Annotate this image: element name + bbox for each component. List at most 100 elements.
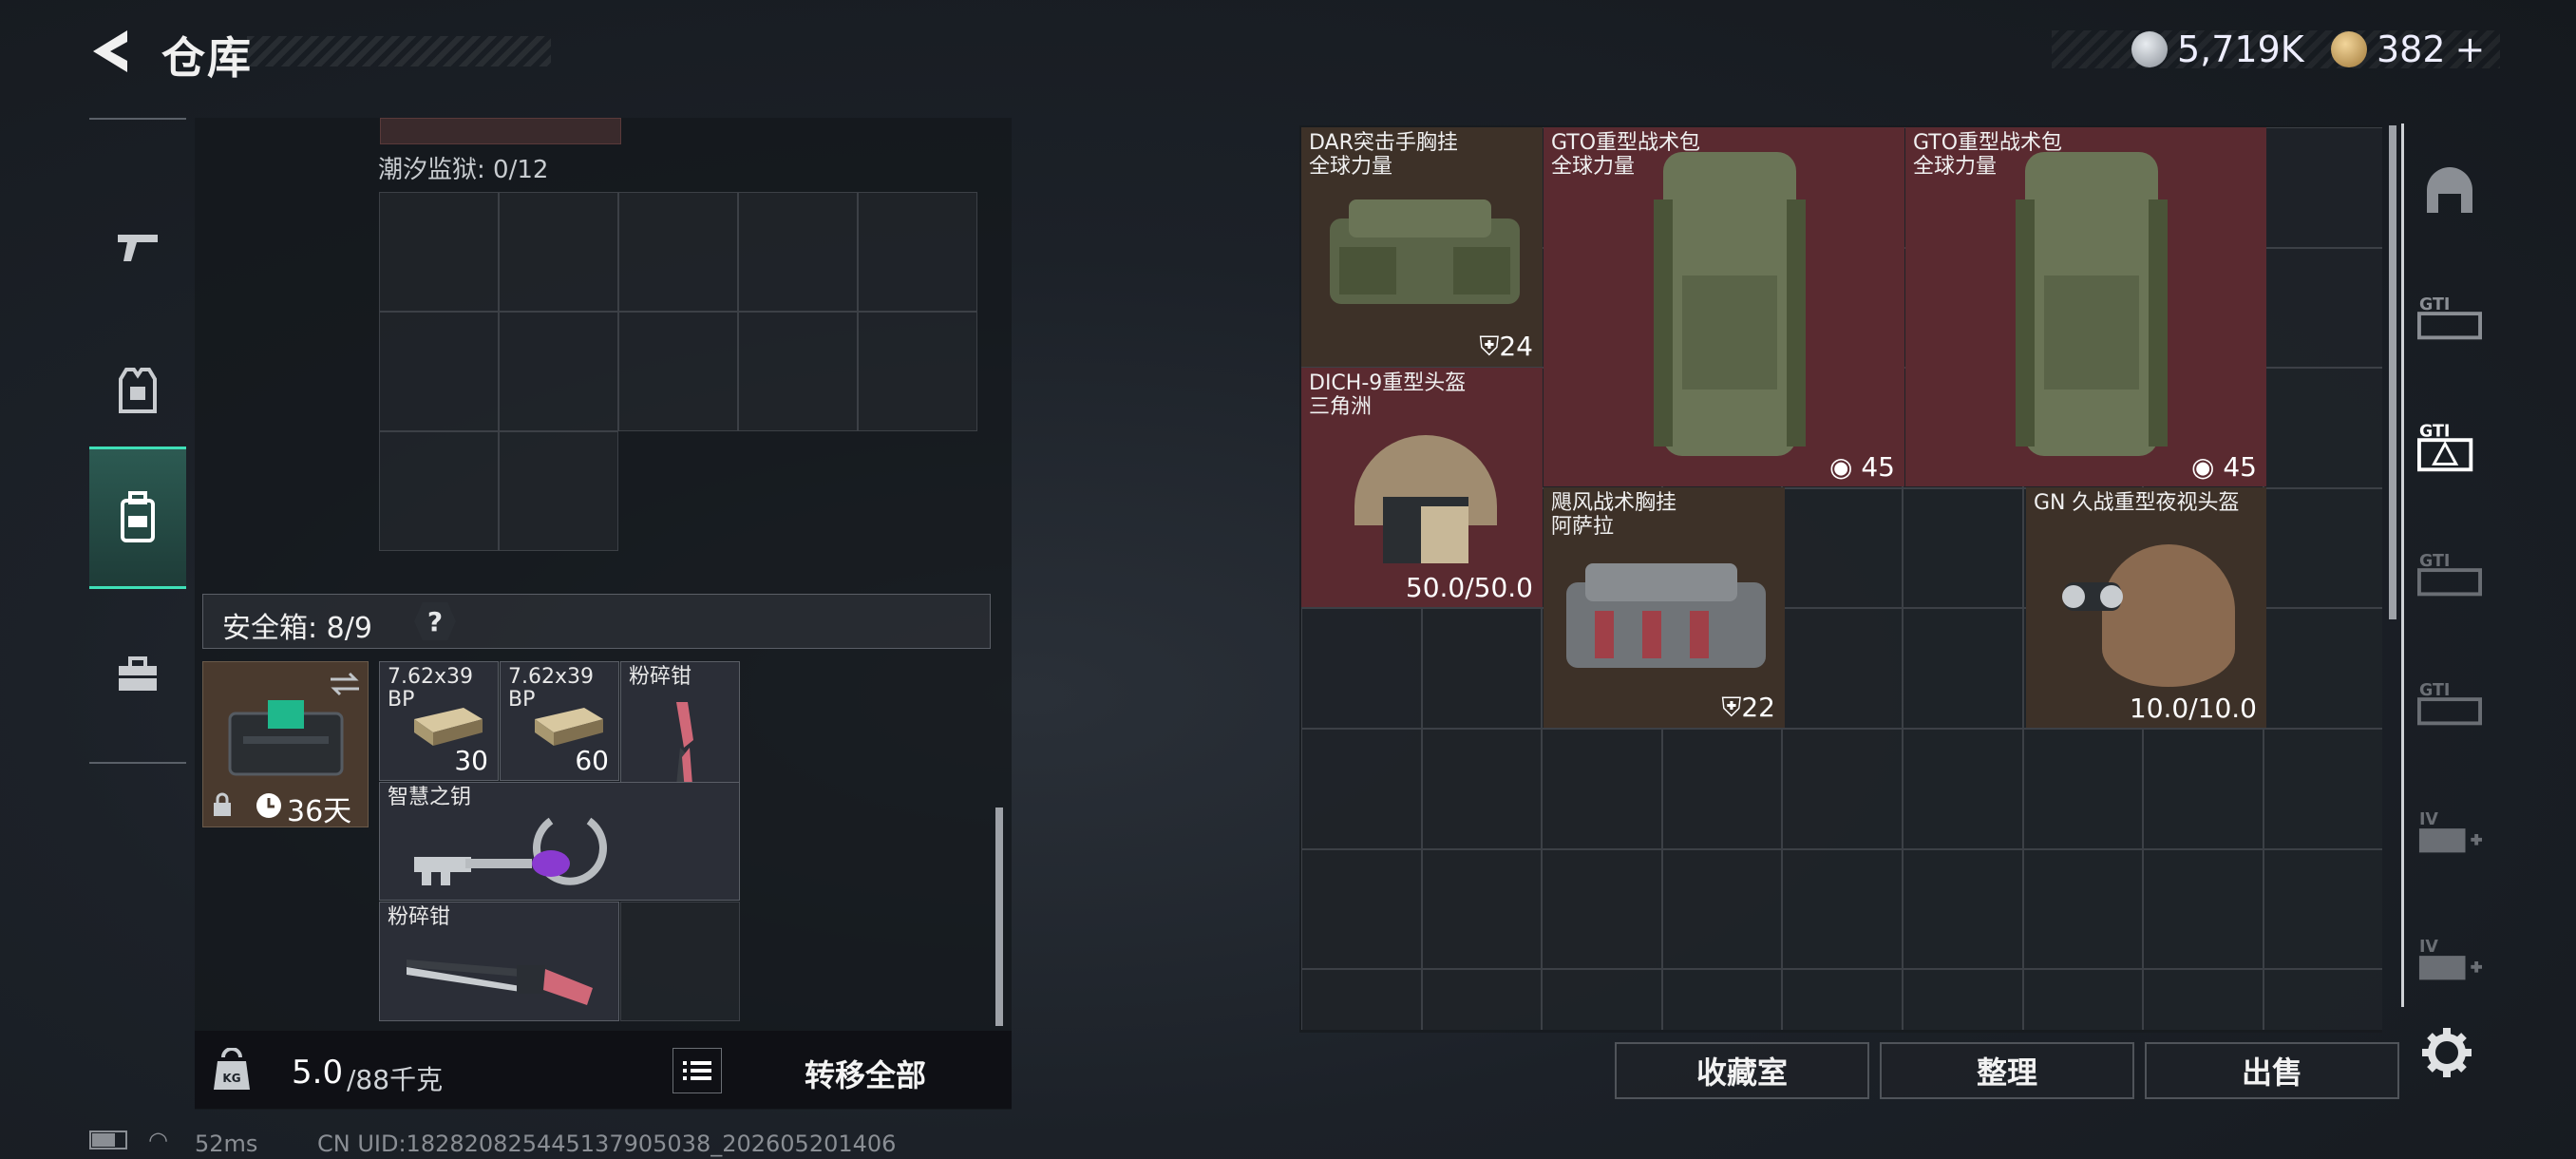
stash-tab-4[interactable]: GTI	[2417, 674, 2482, 732]
stash-item-chest-rig[interactable]: 飓风战术胸挂 阿萨拉 ⛨22	[1544, 487, 1785, 728]
stash-slot[interactable]	[1782, 608, 1903, 729]
stash-tab-add-2[interactable]: IV	[2417, 931, 2482, 988]
ammo-item[interactable]: 7.62x39 BP 30	[379, 661, 499, 781]
currency-gold[interactable]: 382 +	[2331, 28, 2485, 70]
empty-slot[interactable]	[379, 192, 499, 312]
stash-slot[interactable]	[1903, 608, 2023, 729]
item-name: 粉碎钳	[629, 665, 692, 689]
stash-slot[interactable]	[1421, 848, 1543, 970]
stash-slot[interactable]	[1903, 729, 2023, 849]
help-button[interactable]: ?	[414, 602, 456, 640]
item-quantity: 60	[575, 745, 609, 776]
stash-tab-3[interactable]: GTI	[2417, 545, 2482, 602]
stash-item-helmet[interactable]: DICH-9重型头盔 三角洲 50.0/50.0	[1301, 368, 1543, 607]
nav-armor[interactable]	[89, 319, 186, 462]
currency-silver[interactable]: 5,719K	[2131, 28, 2304, 70]
stash-slot[interactable]	[1301, 608, 1422, 729]
empty-slot[interactable]	[379, 431, 499, 551]
settings-button[interactable]	[2418, 1024, 2475, 1081]
add-currency-button[interactable]: +	[2455, 28, 2486, 70]
back-button[interactable]	[87, 27, 135, 76]
armor-vest-icon	[119, 368, 157, 413]
crusher-pliers-item[interactable]: 粉碎钳	[379, 902, 619, 1021]
stash-slot[interactable]	[2022, 848, 2144, 970]
empty-slot[interactable]	[738, 312, 858, 431]
stash-slot[interactable]	[1421, 729, 1543, 849]
stash-slot[interactable]	[1661, 848, 1783, 970]
ammo-item[interactable]: 7.62x39 BP 60	[500, 661, 619, 781]
stash-slot[interactable]	[1301, 848, 1422, 970]
empty-slot[interactable]	[738, 192, 858, 312]
capacity-icon: ◉	[2191, 451, 2224, 483]
stash-slot[interactable]	[2263, 969, 2382, 1030]
stash-slot[interactable]	[2022, 969, 2144, 1030]
stash-slot[interactable]	[1421, 608, 1543, 729]
stash-slot[interactable]	[1301, 729, 1422, 849]
organize-button[interactable]: 整理	[1880, 1042, 2134, 1099]
stash-item-backpack[interactable]: GTO重型战术包 全球力量 ◉ 45	[1544, 127, 1904, 486]
stash-slot[interactable]	[1782, 848, 1903, 970]
sell-button[interactable]: 出售	[2145, 1042, 2399, 1099]
stash-slot[interactable]	[2263, 247, 2382, 369]
stash-slot[interactable]	[1661, 729, 1783, 849]
stash-slot[interactable]	[1903, 848, 2023, 970]
empty-slot[interactable]	[858, 312, 977, 431]
empty-slot[interactable]	[618, 192, 738, 312]
collection-room-button[interactable]: 收藏室	[1615, 1042, 1869, 1099]
safe-container[interactable]: 36天	[202, 661, 369, 828]
silver-amount: 5,719K	[2177, 28, 2304, 70]
stash-slot[interactable]	[1421, 969, 1543, 1030]
stash-tab-1[interactable]: GTI	[2417, 289, 2482, 346]
helmet-icon	[1354, 435, 1497, 563]
stash-tab-2[interactable]: GTI	[2417, 418, 2482, 475]
item-value: ⛨22	[1721, 692, 1775, 723]
list-view-button[interactable]	[672, 1048, 722, 1093]
stash-slot[interactable]	[2263, 608, 2382, 729]
swap-icon[interactable]	[329, 670, 361, 698]
stash-slot[interactable]	[1542, 729, 1662, 849]
storage-icon: GTI	[2417, 552, 2482, 597]
nav-toolbox[interactable]	[89, 604, 186, 747]
item-name: DAR突击手胸挂 全球力量	[1309, 131, 1458, 179]
empty-slot[interactable]	[618, 312, 738, 431]
stash-slot[interactable]	[1542, 848, 1662, 970]
empty-slot[interactable]	[499, 312, 618, 431]
stash-item-chest-rig[interactable]: DAR突击手胸挂 全球力量 ⛨24	[1301, 127, 1543, 367]
nav-backpack[interactable]	[89, 446, 186, 589]
stash-slot[interactable]	[2022, 729, 2144, 849]
stash-slot[interactable]	[2143, 969, 2263, 1030]
partial-item-row	[380, 118, 621, 144]
stash-slot[interactable]	[1903, 969, 2023, 1030]
stash-slot[interactable]	[2263, 729, 2382, 849]
stash-slot[interactable]	[1782, 729, 1903, 849]
stash-item-backpack[interactable]: GTO重型战术包 全球力量 ◉ 45	[1905, 127, 2266, 486]
empty-slot[interactable]	[620, 902, 740, 1021]
stash-slot[interactable]	[1301, 969, 1422, 1030]
item-name: 飓风战术胸挂 阿萨拉	[1551, 491, 1677, 539]
stash-tab-add-1[interactable]: IV	[2417, 804, 2482, 861]
stash-slot[interactable]	[1542, 969, 1662, 1030]
empty-slot[interactable]	[379, 312, 499, 431]
stash-slot[interactable]	[1903, 487, 2023, 609]
stash-scrollbar[interactable]	[2389, 125, 2396, 619]
stash-slot[interactable]	[1661, 969, 1783, 1030]
stash-slot[interactable]	[2263, 848, 2382, 970]
stash-slot[interactable]	[1782, 487, 1903, 609]
stash-slot[interactable]	[2143, 848, 2263, 970]
stash-slot[interactable]	[2263, 127, 2382, 248]
stash-slot[interactable]	[2263, 368, 2382, 488]
transfer-all-button[interactable]: 转移全部	[805, 1052, 926, 1095]
stash-tab-home[interactable]	[2417, 163, 2482, 220]
stash-slot[interactable]	[2263, 487, 2382, 609]
wisdom-key-item[interactable]: 智慧之钥	[379, 782, 740, 901]
vault-icon	[2427, 167, 2472, 213]
stash-slot[interactable]	[2143, 729, 2263, 849]
stash-item-nv-helmet[interactable]: GN 久战重型夜视头盔 10.0/10.0	[2026, 487, 2266, 728]
stash-slot[interactable]	[1782, 969, 1903, 1030]
nav-weapons[interactable]	[89, 177, 186, 319]
empty-slot[interactable]	[858, 192, 977, 312]
list-icon	[683, 1061, 711, 1080]
scrollbar[interactable]	[995, 808, 1003, 1026]
empty-slot[interactable]	[499, 431, 618, 551]
empty-slot[interactable]	[499, 192, 618, 312]
